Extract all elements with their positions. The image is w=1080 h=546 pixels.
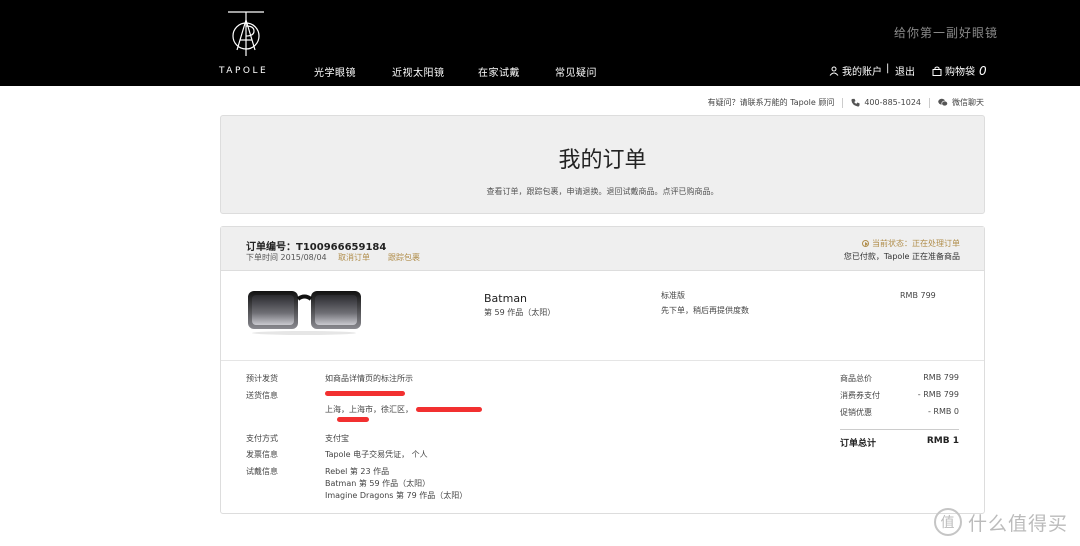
cart-count: 0 xyxy=(979,63,987,78)
help-bar: 有疑问？请联系万能的 Tapole 顾问 400-885-1024 微信聊天 xyxy=(708,97,984,108)
order-number: 订单编号：T100966659184 xyxy=(246,242,387,253)
order-card: 订单编号：T100966659184 下单时间 2015/08/04 取消订单 … xyxy=(220,226,985,514)
invoice-value: Tapole 电子交易凭证， 个人 xyxy=(325,450,428,459)
sunglasses-product-image[interactable] xyxy=(247,287,362,335)
cancel-order-link[interactable]: 取消订单 xyxy=(338,252,370,263)
shipping-label: 预计发货 xyxy=(246,374,278,383)
order-status-detail: 您已付款，Tapole 正在准备商品 xyxy=(843,252,960,261)
order-divider xyxy=(221,360,984,361)
watermark-text: 什么值得买 xyxy=(967,512,1068,535)
redaction-mark xyxy=(416,407,482,412)
help-separator xyxy=(929,97,930,108)
play-circle-icon xyxy=(862,240,869,247)
shopping-bag-icon xyxy=(932,66,942,76)
trial-item: Batman 第 59 作品（太阳） xyxy=(325,479,431,488)
brand-name[interactable]: TAPOLE xyxy=(219,66,268,76)
nav-faq[interactable]: 常见疑问 xyxy=(555,64,597,79)
payment-label: 支付方式 xyxy=(246,434,278,443)
tapole-logo-icon[interactable] xyxy=(220,6,272,58)
total-label: 订单总计 xyxy=(840,439,877,449)
user-icon xyxy=(829,66,839,76)
redaction-mark xyxy=(325,391,405,396)
address-label: 送货信息 xyxy=(246,391,278,400)
nav-active-indicator xyxy=(314,86,356,88)
cart-link[interactable]: 购物袋 0 xyxy=(932,63,987,78)
trial-item: Rebel 第 23 作品 xyxy=(325,467,390,476)
order-date: 下单时间 2015/08/04 xyxy=(246,253,327,262)
watermark: 值 什么值得买 xyxy=(933,508,1068,536)
invoice-label: 发票信息 xyxy=(246,450,278,459)
nav-optical[interactable]: 光学眼镜 xyxy=(314,64,356,88)
product-version: 标准版 xyxy=(661,291,685,300)
page-title: 我的订单 xyxy=(558,148,647,173)
total-value: RMB 1 xyxy=(926,436,959,446)
help-separator xyxy=(842,97,844,108)
product-prescription-note: 先下单，稍后再提供度数 xyxy=(661,306,749,315)
logout-link[interactable]: 退出 xyxy=(895,63,915,78)
phone-icon xyxy=(851,98,860,107)
trial-label: 试戴信息 xyxy=(246,467,278,476)
subtotal-label: 商品总价 xyxy=(840,374,872,383)
voucher-label: 消费券支付 xyxy=(840,391,880,400)
account-link[interactable]: 我的账户 xyxy=(829,63,882,78)
top-header: TAPOLE 给你第一副好眼镜 光学眼镜 近视太阳镜 在家试戴 常见疑问 我的账… xyxy=(0,0,1080,88)
help-phone[interactable]: 400-885-1024 xyxy=(864,98,921,107)
trial-item: Imagine Dragons 第 79 作品（太阳） xyxy=(325,491,468,500)
help-wechat[interactable]: 微信聊天 xyxy=(952,97,984,108)
nav-sunglasses[interactable]: 近视太阳镜 xyxy=(392,64,445,79)
order-status: 当前状态：正在处理订单 xyxy=(862,238,960,249)
summary-divider xyxy=(840,429,959,430)
address-value: 上海，上海市，徐汇区， xyxy=(325,405,413,414)
header-divider: | xyxy=(886,63,890,74)
product-description: 第 59 作品（太阳） xyxy=(484,308,556,317)
promo-value: - RMB 0 xyxy=(927,407,959,416)
orders-title-panel: 我的订单 查看订单，跟踪包裹，申请退换。退回试戴商品。点评已购商品。 xyxy=(220,115,985,214)
wechat-icon xyxy=(938,98,948,107)
payment-value: 支付宝 xyxy=(325,434,349,443)
watermark-logo-icon: 值 xyxy=(933,508,962,536)
nav-home-try-on[interactable]: 在家试戴 xyxy=(478,64,520,79)
promo-label: 促销优惠 xyxy=(840,408,872,417)
product-price: RMB 799 xyxy=(900,291,936,300)
track-package-link[interactable]: 跟踪包裹 xyxy=(388,252,420,263)
subtotal-value: RMB 799 xyxy=(923,373,959,382)
order-header: 订单编号：T100966659184 下单时间 2015/08/04 取消订单 … xyxy=(221,227,984,271)
slogan: 给你第一副好眼镜 xyxy=(894,26,999,40)
product-name[interactable]: Batman xyxy=(484,292,527,305)
redaction-mark xyxy=(337,417,369,422)
voucher-value: - RMB 799 xyxy=(917,390,959,399)
page-subtitle: 查看订单，跟踪包裹，申请退换。退回试戴商品。点评已购商品。 xyxy=(486,187,719,196)
help-question[interactable]: 有疑问？请联系万能的 Tapole 顾问 xyxy=(708,97,835,108)
shipping-value: 如商品详情页的标注所示 xyxy=(325,374,413,383)
